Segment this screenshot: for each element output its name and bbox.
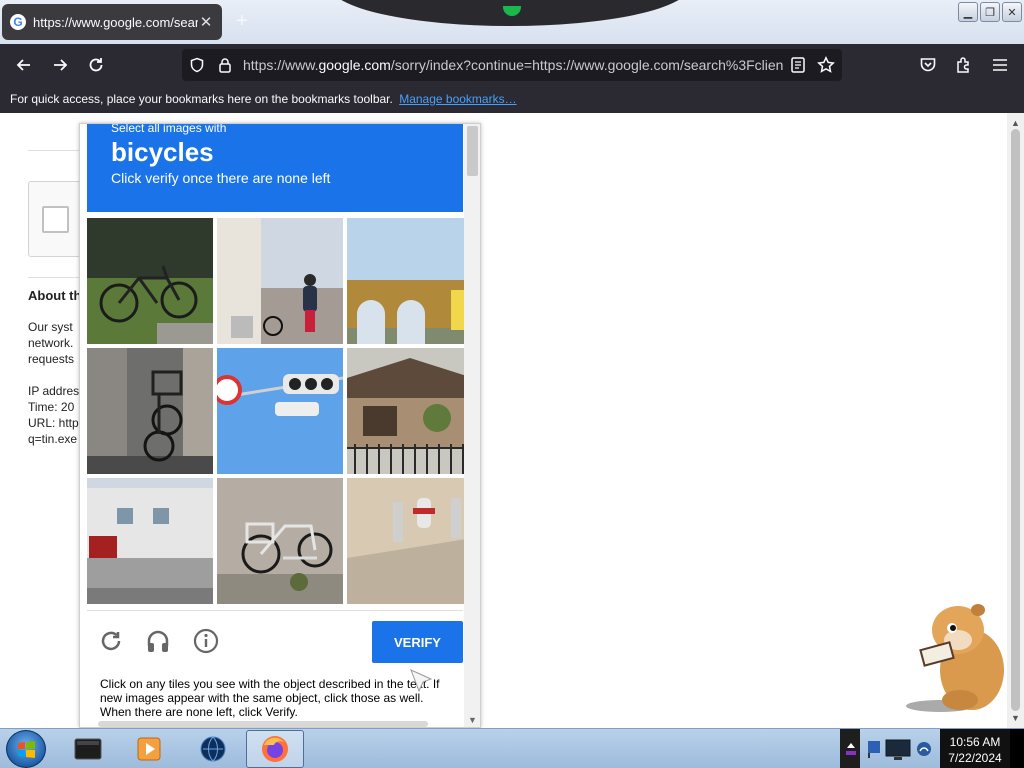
captcha-tile-3[interactable] [347,218,473,344]
web-page: About th Our syst network. requests IP a… [0,113,1007,728]
new-tab-button[interactable]: + [236,10,248,33]
detail-line: Time: 20 [28,400,75,414]
address-bar[interactable]: https://www.google.com/sorry/index?conti… [182,49,842,81]
manage-bookmarks-link[interactable]: Manage bookmarks… [399,92,516,106]
captcha-vertical-scrollbar[interactable]: ▼ [464,124,480,727]
lock-icon[interactable] [215,55,235,75]
taskbar-clock[interactable]: 10:56 AM 7/22/2024 [940,729,1010,768]
captcha-tile-5[interactable] [217,348,343,474]
verify-button[interactable]: VERIFY [372,621,463,663]
start-button[interactable] [6,730,46,768]
restore-button[interactable]: ❐ [980,2,1000,22]
bookmarks-toolbar: For quick access, place your bookmarks h… [0,86,1024,113]
system-tray [840,729,940,768]
explanation-line: network. [28,336,74,350]
reload-icon[interactable] [84,53,108,77]
reader-view-icon[interactable] [788,55,808,75]
tab-title: https://www.google.com/search [33,14,198,30]
instruction-text: Select all images with [111,123,227,135]
browser-tab[interactable]: G https://www.google.com/search ✕ [2,4,222,40]
close-window-button[interactable]: ✕ [1002,2,1022,22]
captcha-tile-9[interactable] [347,478,473,604]
divider [28,150,80,151]
minimize-button[interactable]: ▁ [958,2,978,22]
headphones-audio-icon[interactable] [143,626,173,656]
page-scroll-thumb[interactable] [1011,129,1020,711]
tab-close-icon[interactable]: ✕ [198,13,214,31]
captcha-tile-8[interactable] [217,478,343,604]
taskbar-media-player-app[interactable] [120,730,178,768]
captcha-tile-1[interactable] [87,218,213,344]
back-arrow-icon[interactable] [12,53,36,77]
clock-date: 7/22/2024 [948,751,1002,765]
desktop: G https://www.google.com/search ✕ + ▁ ❐ … [0,0,1024,768]
captcha-instructions: Select all images with bicycles Click ve… [87,124,463,212]
target-object-text: bicycles [111,137,214,167]
url-text[interactable]: https://www.google.com/sorry/index?conti… [243,57,783,73]
firefox-icon [262,736,288,762]
captcha-tile-7[interactable] [87,478,213,604]
info-icon[interactable] [191,626,221,656]
forward-arrow-icon[interactable] [48,53,72,77]
globe-icon [200,736,226,762]
taskbar-network-app[interactable] [184,730,242,768]
extensions-icon[interactable] [952,53,976,77]
captcha-tile-2[interactable] [217,218,343,344]
recaptcha-checkbox[interactable] [42,206,69,233]
hamster-mascot-icon [906,604,1004,712]
show-desktop-button[interactable] [1010,729,1024,768]
terminal-icon [74,738,102,760]
bookmarks-hint: For quick access, place your bookmarks h… [10,92,393,106]
detail-line: IP addres [28,384,80,398]
captcha-tile-4[interactable] [87,348,213,474]
taskbar-firefox-app[interactable] [246,730,304,768]
detail-line: q=tin.exe [28,432,78,446]
bookmark-star-icon[interactable] [816,55,836,75]
captcha-challenge-popup: Select all images with bicycles Click ve… [79,123,481,728]
reload-icon[interactable] [96,626,126,656]
navigation-toolbar: https://www.google.com/sorry/index?conti… [0,44,1024,86]
captcha-footer-divider [87,610,463,611]
about-heading: About th [28,288,82,303]
captcha-scroll-down-icon[interactable]: ▼ [464,715,480,725]
captcha-help-text: Click on any tiles you see with the obje… [100,677,440,719]
windows-taskbar: 10:56 AM 7/22/2024 [0,728,1024,768]
captcha-horizontal-scrollbar[interactable] [98,721,428,727]
menu-hamburger-icon[interactable] [988,53,1012,77]
pocket-icon[interactable] [916,53,940,77]
instruction-subtext: Click verify once there are none left [111,170,331,186]
browser-titlebar: G https://www.google.com/search ✕ + ▁ ❐ … [0,0,1024,44]
network-status-icon[interactable] [916,741,932,757]
explanation-line: requests [28,352,75,366]
google-favicon-icon: G [10,14,26,30]
captcha-scroll-thumb[interactable] [467,126,478,176]
detail-line: URL: http [28,416,79,430]
media-player-icon [137,737,161,761]
tray-expand-icon[interactable] [846,741,856,755]
explanation-line: Our syst [28,320,73,334]
divider [28,277,80,278]
flag-icon[interactable] [866,739,882,759]
windows-logo-icon [18,741,35,758]
monitor-icon[interactable] [884,737,914,763]
mouse-cursor-icon [410,669,433,693]
window-controls: ▁ ❐ ✕ [958,2,1022,22]
clock-time: 10:56 AM [949,735,1001,749]
taskbar-terminal-app[interactable] [60,730,118,768]
captcha-tile-6[interactable] [347,348,473,474]
shield-icon[interactable] [187,55,207,75]
